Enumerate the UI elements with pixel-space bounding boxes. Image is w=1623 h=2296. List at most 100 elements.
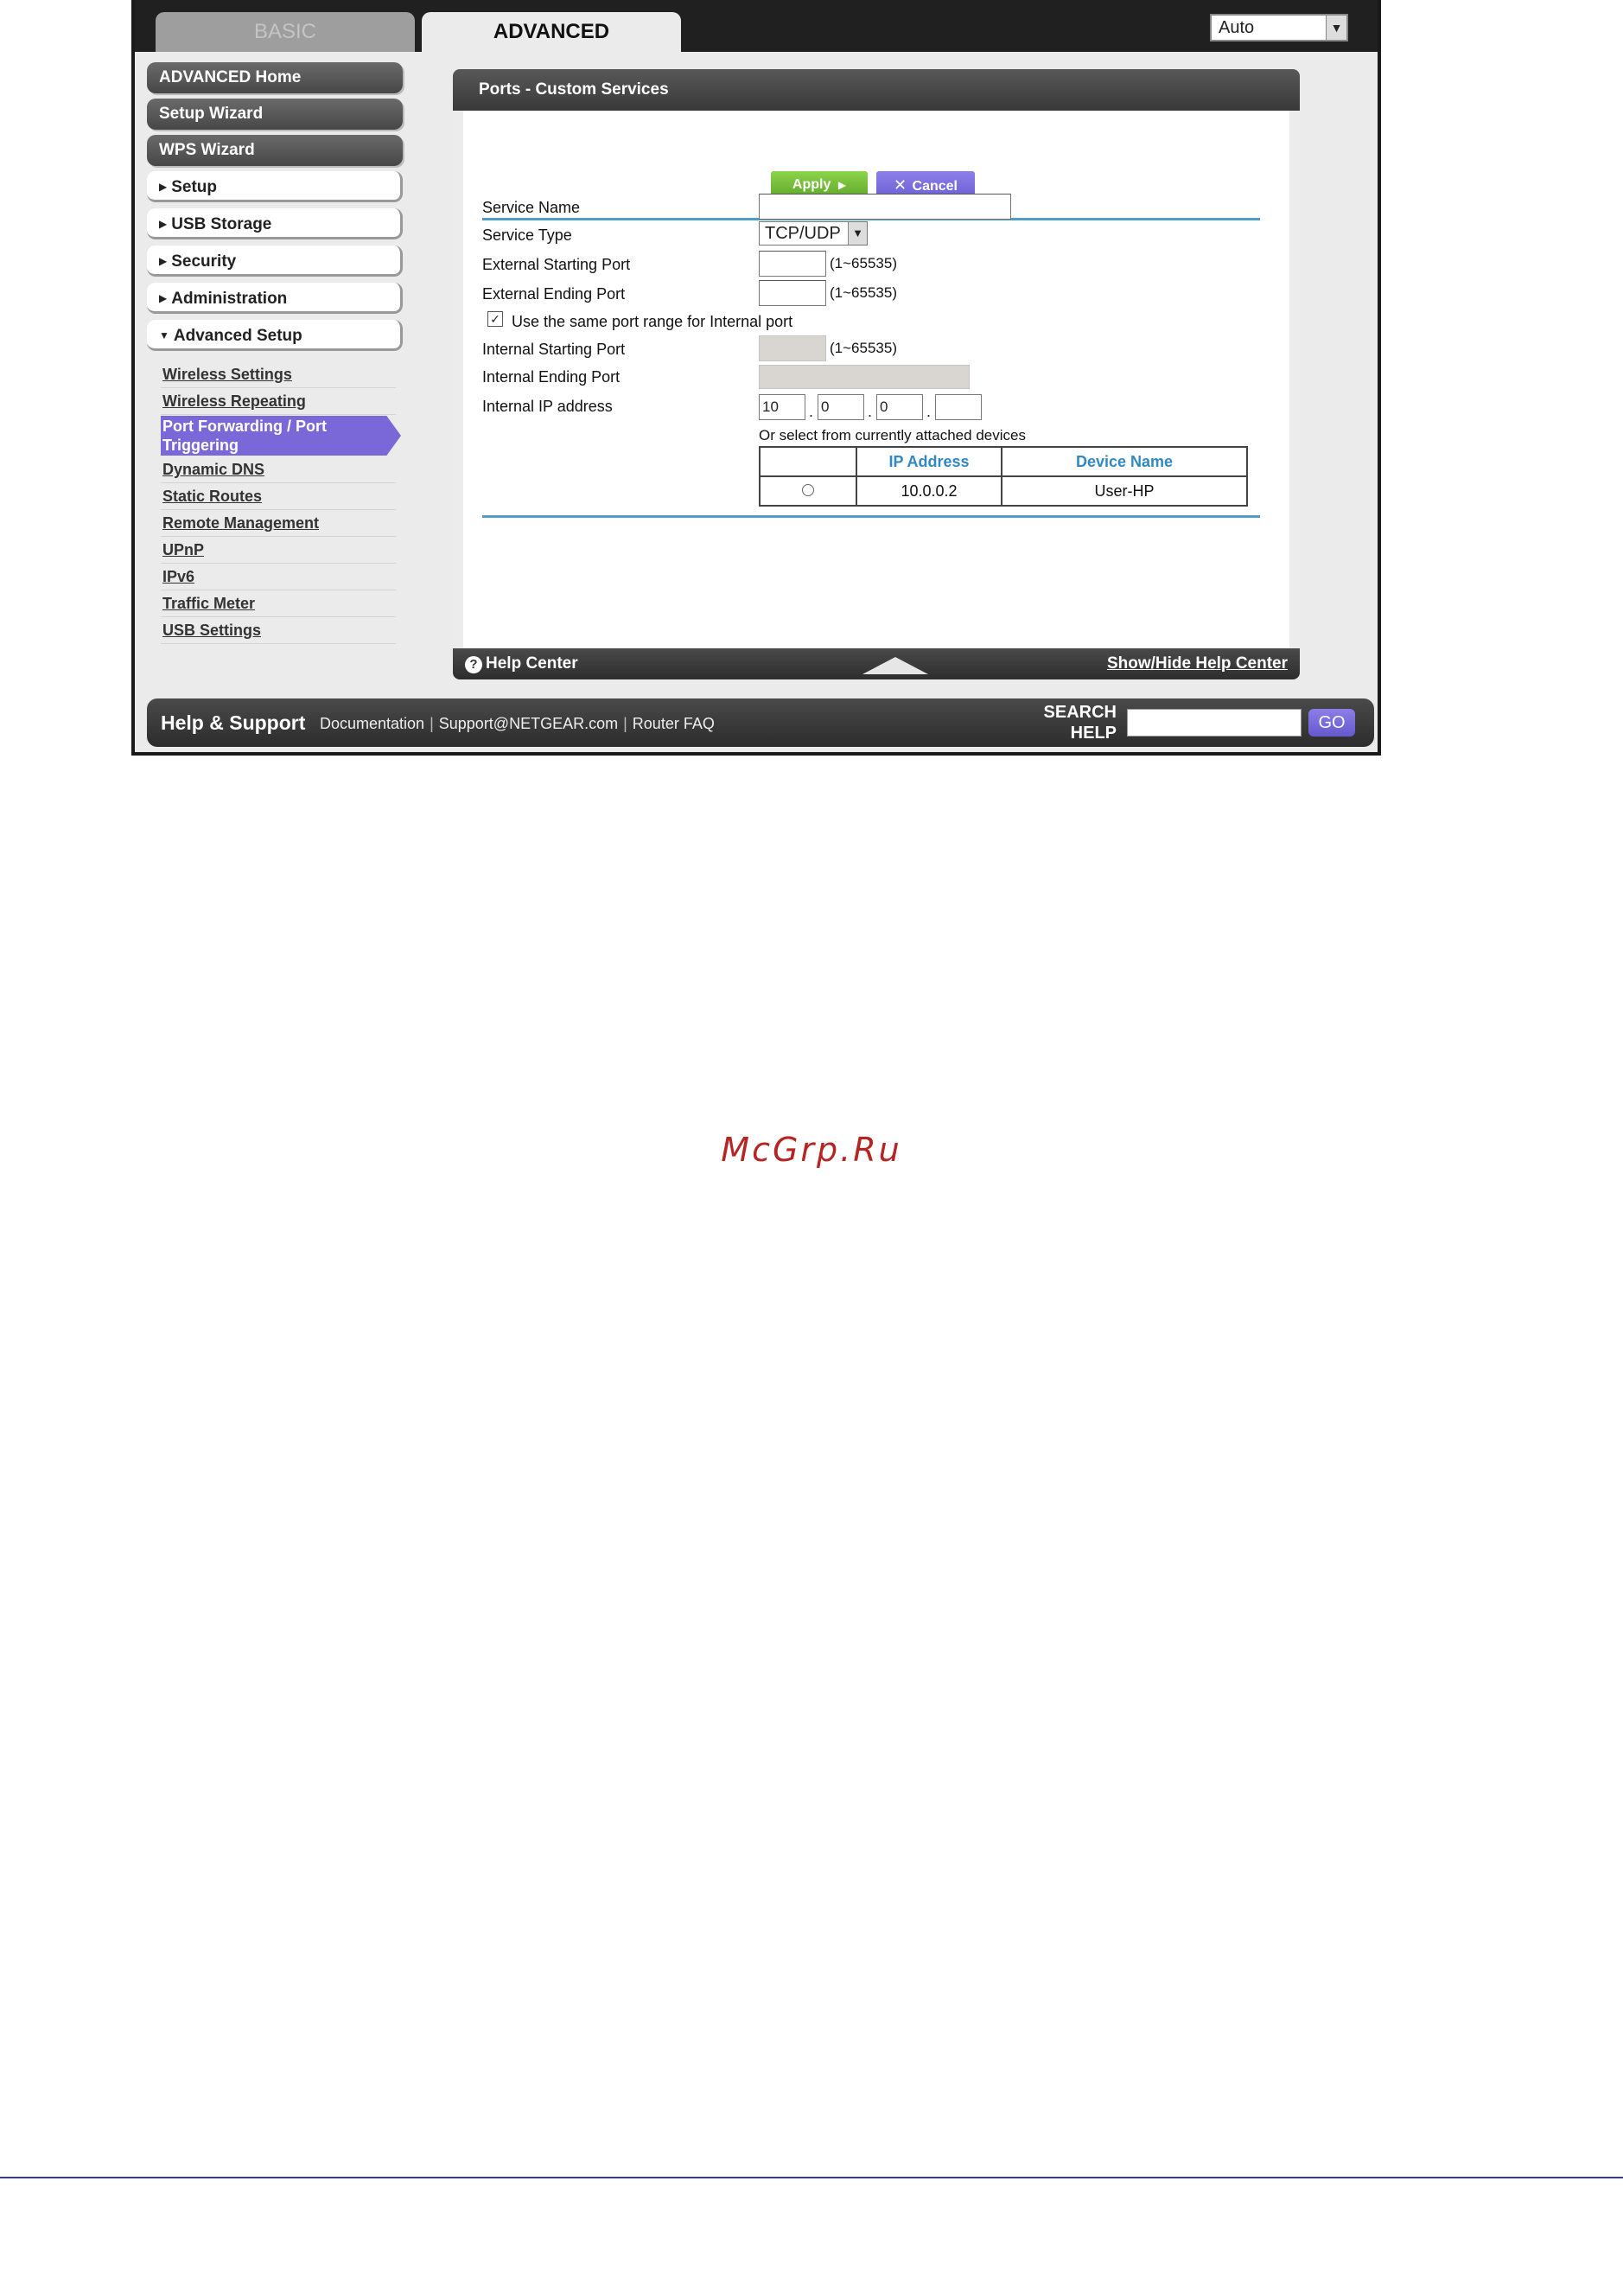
sidebar-item-static-routes[interactable]: Static Routes [161,483,396,510]
triangle-up-icon[interactable] [862,657,928,674]
help-support-title: Help & Support [161,711,306,734]
sidebar-wps-wizard[interactable]: WPS Wizard [147,135,403,166]
caret-down-icon: ▼ [159,329,169,341]
top-tab-bar: BASIC ADVANCED Auto ▼ [135,0,1378,52]
internal-starting-port-label: Internal Starting Port [482,341,626,358]
sidebar-section-security[interactable]: ▶ Security [147,246,403,277]
sidebar-section-label: Administration [171,290,288,308]
table-cell-device-name: User-HP [1001,475,1248,507]
cancel-button-label: Cancel [912,179,958,194]
table-header-select [759,446,857,477]
search-help-line1: SEARCH [1043,703,1117,722]
external-ending-port-input[interactable] [759,280,826,306]
checkmark-icon: ✓ [490,312,500,326]
router-admin-window: BASIC ADVANCED Auto ▼ ADVANCED Home Setu… [131,0,1381,756]
play-arrow-icon: ▶ [837,179,847,191]
chevron-down-icon: ▼ [1326,16,1346,40]
sidebar-item-ipv6[interactable]: IPv6 [161,564,396,590]
sidebar-item-traffic-meter[interactable]: Traffic Meter [161,590,396,617]
device-radio[interactable] [802,483,814,496]
go-button[interactable]: GO [1308,709,1355,737]
sidebar-item-wireless-settings[interactable]: Wireless Settings [161,361,396,388]
help-center-bar: ? Help Center Show/Hide Help Center [453,648,1300,679]
external-starting-port-input[interactable] [759,251,826,277]
tab-advanced[interactable]: ADVANCED [422,12,681,52]
table-cell-select[interactable] [759,475,857,507]
separator: | [430,715,434,732]
search-help-input[interactable] [1127,709,1302,737]
table-row[interactable]: 10.0.0.2 User-HP [759,475,1248,507]
panel-title: Ports - Custom Services [453,69,1300,111]
divider [482,515,1260,518]
help-center-link[interactable]: ? Help Center [465,648,578,679]
external-starting-port-label: External Starting Port [482,256,631,273]
question-circle-icon: ? [465,656,482,673]
help-center-label: Help Center [486,654,578,673]
support-email-link[interactable]: Support@NETGEAR.com [439,715,618,732]
table-cell-ip: 10.0.0.2 [856,475,1002,507]
tab-basic[interactable]: BASIC [156,12,415,52]
sidebar-item-remote-management[interactable]: Remote Management [161,510,396,537]
table-header-ip: IP Address [856,446,1002,477]
search-help-line2: HELP [1070,724,1117,743]
ip-octet-1[interactable]: 10 [759,394,805,420]
sidebar-item-port-forwarding[interactable]: Port Forwarding / Port Triggering [161,416,401,456]
custom-services-panel: Ports - Custom Services Apply ▶ ✕ Cancel… [453,69,1300,679]
watermark: McGrp.Ru [721,1131,902,1169]
language-select[interactable]: Auto ▼ [1210,14,1348,41]
chevron-down-icon: ▼ [848,222,867,245]
ip-octet-4[interactable] [935,394,982,420]
external-ending-port-label: External Ending Port [482,285,626,303]
sidebar-item-usb-settings[interactable]: USB Settings [161,617,396,644]
service-type-label: Service Type [482,226,572,244]
sidebar-item-label-line2: Triggering [162,437,239,454]
sidebar-section-label: Security [171,252,237,271]
search-help-label: SEARCH HELP [1041,702,1117,743]
help-links: Documentation | Support@NETGEAR.com | Router… [320,698,715,749]
attached-devices-table: IP Address Device Name 10.0.0.2 User-HP [759,446,1248,507]
sidebar-advanced-home[interactable]: ADVANCED Home [147,62,403,93]
language-select-value: Auto [1219,18,1255,37]
sidebar-item-wireless-repeating[interactable]: Wireless Repeating [161,388,396,415]
caret-right-icon: ▶ [159,292,168,304]
same-port-range-checkbox[interactable]: ✓ [487,311,503,327]
sidebar-item-dynamic-dns[interactable]: Dynamic DNS [161,456,396,483]
table-header-device-name: Device Name [1001,446,1248,477]
sidebar-section-label: Advanced Setup [173,327,302,345]
port-range-hint: (1~65535) [830,284,897,301]
service-type-value: TCP/UDP [765,224,841,243]
documentation-link[interactable]: Documentation [320,715,424,732]
sidebar-section-setup[interactable]: ▶ Setup [147,171,403,202]
ip-octet-2[interactable]: 0 [818,394,864,420]
ip-octet-3[interactable]: 0 [876,394,923,420]
caret-right-icon: ▶ [159,218,168,230]
show-hide-help-center-link[interactable]: Show/Hide Help Center [1107,648,1288,679]
same-port-range-label: Use the same port range for Internal por… [512,313,793,330]
router-faq-link[interactable]: Router FAQ [633,715,715,732]
sidebar-setup-wizard[interactable]: Setup Wizard [147,99,403,130]
ip-dot: . [868,403,873,420]
sidebar-section-label: USB Storage [171,215,272,233]
service-type-select[interactable]: TCP/UDP ▼ [759,221,868,246]
port-range-hint: (1~65535) [830,255,897,271]
internal-ending-port-label: Internal Ending Port [482,368,621,386]
x-icon: ✕ [893,176,907,194]
service-name-label: Service Name [482,199,581,216]
sidebar-item-label-line1: Port Forwarding / Port [162,418,328,435]
select-devices-label: Or select from currently attached device… [759,427,1026,443]
ip-dot: . [809,403,814,420]
sidebar-section-administration[interactable]: ▶ Administration [147,283,403,314]
sidebar-section-label: Setup [171,178,218,196]
port-range-hint: (1~65535) [830,340,897,356]
internal-starting-port-input [759,335,826,361]
panel-body: Apply ▶ ✕ Cancel Service Name Service Ty… [463,111,1289,648]
sidebar-item-upnp[interactable]: UPnP [161,537,396,564]
apply-button-label: Apply [792,177,831,192]
sidebar-section-advanced-setup[interactable]: ▼ Advanced Setup [147,320,403,351]
internal-ending-port-input [759,365,970,389]
page-footer-rule [0,2177,1623,2178]
table-header-row: IP Address Device Name [759,446,1248,477]
ip-dot: . [926,403,932,420]
sidebar-section-usb-storage[interactable]: ▶ USB Storage [147,208,403,239]
service-name-input[interactable] [759,194,1011,220]
